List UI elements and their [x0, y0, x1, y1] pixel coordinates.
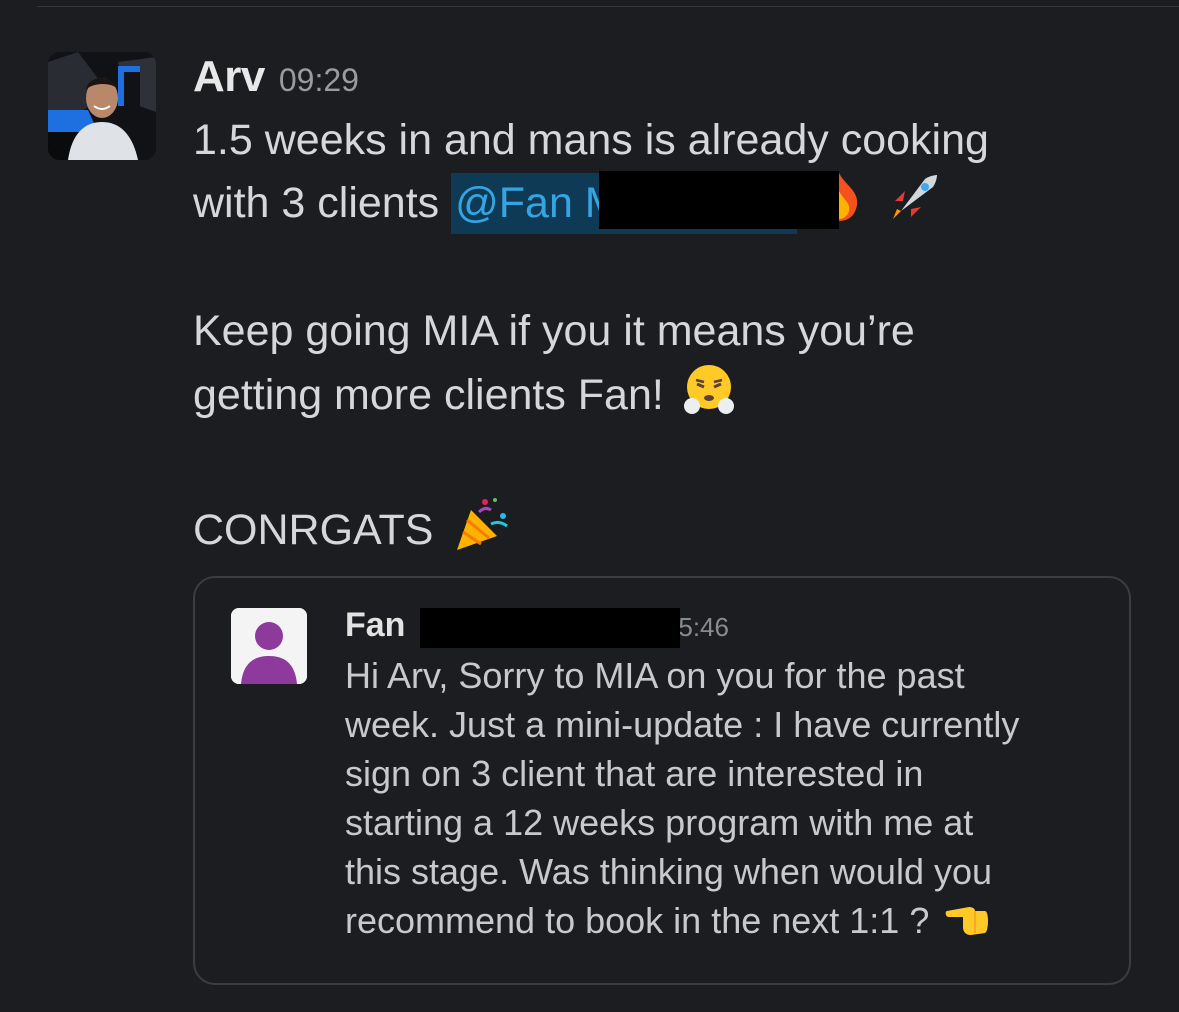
- message-header: Arv 09:29: [193, 52, 1143, 110]
- quoted-line-3: sign on 3 client that are interested in: [345, 753, 924, 794]
- message-line-2-text: with 3 clients: [193, 178, 452, 227]
- quoted-message[interactable]: Fan 15:46 Hi Arv, Sorry to MIA on you fo…: [193, 576, 1131, 985]
- message-line-4-text: getting more clients Fan!: [193, 370, 664, 419]
- message-line-4: getting more clients Fan!: [193, 362, 1143, 433]
- quoted-redaction-mark: [419, 608, 680, 648]
- rocket-emoji: [889, 171, 941, 240]
- user-mention[interactable]: @Fan Ming Chan: [451, 170, 840, 234]
- paragraph-gap-2: [193, 433, 1143, 494]
- quoted-line-6-text: recommend to book in the next 1:1 ?: [345, 900, 930, 941]
- quoted-author-name[interactable]: Fan: [345, 606, 405, 645]
- message-line-5: CONRGATS: [193, 494, 1143, 571]
- redaction-mark: [599, 170, 840, 229]
- quoted-time: 15:46: [419, 608, 729, 648]
- steam-face-emoji: [682, 362, 736, 433]
- party-popper-emoji: [451, 494, 513, 571]
- quoted-line-5: this stage. Was thinking when would you: [345, 851, 993, 892]
- quoted-text: Hi Arv, Sorry to MIA on you for the past…: [345, 651, 1115, 949]
- pointing-hand-emoji: [945, 897, 991, 949]
- quoted-author-avatar[interactable]: [231, 608, 307, 684]
- quoted-line-1: Hi Arv, Sorry to MIA on you for the past: [345, 655, 965, 696]
- quoted-header: Fan 15:46: [345, 606, 1115, 648]
- message-text: 1.5 weeks in and mans is already cooking…: [193, 110, 1143, 571]
- quoted-line-6: recommend to book in the next 1:1 ?: [345, 896, 1115, 949]
- author-avatar[interactable]: [48, 52, 156, 160]
- author-name[interactable]: Arv: [193, 52, 265, 102]
- message-line-3: Keep going MIA if you it means you’re: [193, 307, 915, 355]
- message-line-1: 1.5 weeks in and mans is already cooking: [193, 116, 989, 164]
- message-time[interactable]: 09:29: [279, 62, 359, 99]
- quoted-line-4: starting a 12 weeks program with me at: [345, 802, 974, 843]
- message-line-2: with 3 clients @Fan Ming Chan: [193, 170, 1143, 240]
- message-line-5-text: CONRGATS: [193, 505, 434, 554]
- quoted-content: Fan 15:46 Hi Arv, Sorry to MIA on you fo…: [345, 606, 1115, 949]
- quoted-line-2: week. Just a mini-update : I have curren…: [345, 704, 1020, 745]
- message-body: Arv 09:29 1.5 weeks in and mans is alrea…: [193, 52, 1143, 571]
- top-divider: [37, 6, 1179, 7]
